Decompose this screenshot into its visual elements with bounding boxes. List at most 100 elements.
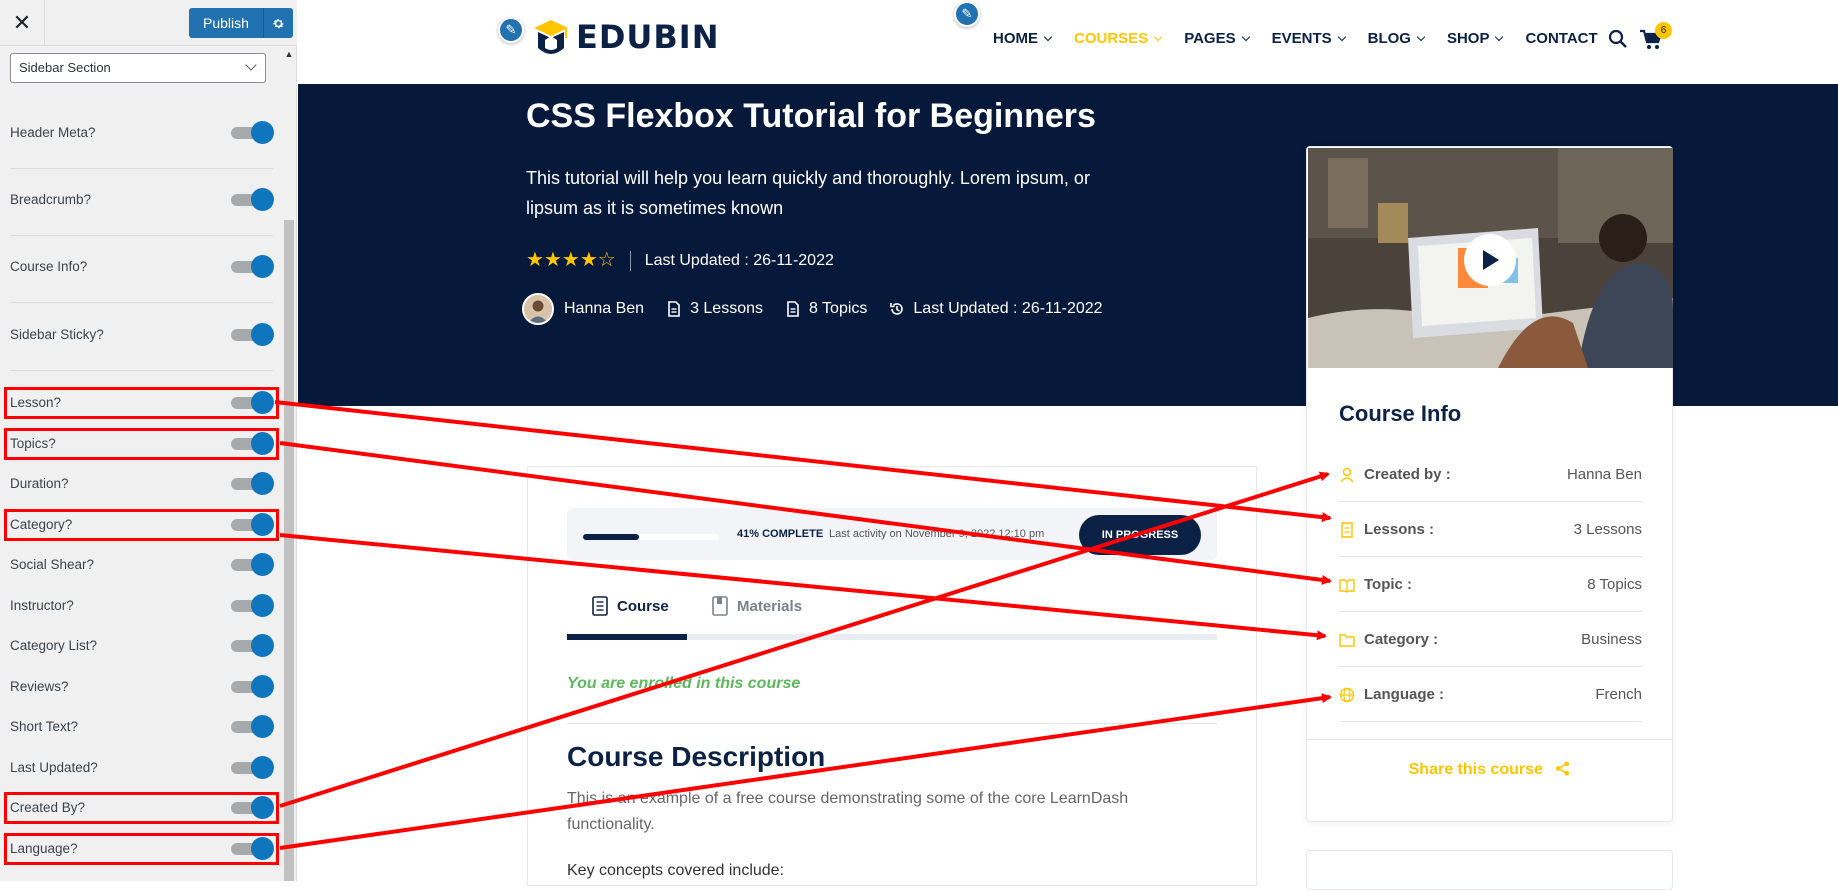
chevron-down-icon [1495,32,1504,41]
tab-course[interactable]: Course [591,596,669,616]
info-key: Language : [1364,686,1445,703]
progress-fill [583,534,639,540]
nav-item-shop[interactable]: SHOP [1447,30,1504,47]
divider [10,168,273,169]
toggle-switch[interactable] [231,634,274,657]
toggle-knob [251,188,274,211]
toggle-label: Header Meta? [10,125,96,140]
toggle-knob [251,391,274,414]
toggle-switch[interactable] [231,188,274,211]
star-filled-icon: ★ [543,249,562,271]
toggle-row: Sidebar Sticky? [0,321,280,349]
star-empty-icon: ☆ [597,249,616,271]
info-key: Category : [1364,631,1439,648]
toggle-switch[interactable] [231,594,274,617]
chevron-down-icon [1416,32,1426,41]
toggle-row: Header Meta? [0,119,280,147]
toggle-knob [251,796,274,819]
toggle-row: Category List? [0,632,280,660]
book-icon [1339,578,1355,593]
divider [629,250,631,271]
nav-item-home[interactable]: HOME [993,30,1053,47]
toggle-knob [251,432,274,455]
toggle-switch[interactable] [231,255,274,278]
toggle-switch[interactable] [231,472,274,495]
status-button[interactable]: IN PROGRESS [1079,515,1201,555]
section-select[interactable]: Sidebar Section [10,53,266,83]
nav-label: BLOG [1367,30,1411,47]
edit-menu-pencil-icon[interactable]: ✎ [954,1,980,27]
course-info-card: Course Info Created by : Hanna Ben Lessons… [1306,146,1673,822]
toggle-switch[interactable] [231,715,274,738]
course-info-row: Category : Business [1339,613,1642,667]
info-key: Lessons : [1364,521,1435,538]
scrollbar-thumb[interactable] [284,220,294,881]
progress-box: 41% COMPLETE Last activity on November 9… [567,508,1217,560]
toggle-label: Short Text? [10,719,79,734]
gear-icon[interactable] [262,8,293,38]
close-icon[interactable]: ✕ [0,0,45,46]
course-subtitle: This tutorial will help you learn quickl… [526,168,1090,218]
toggle-switch[interactable] [231,513,274,536]
nav-label: PAGES [1184,30,1236,47]
star-filled-icon: ★ [579,249,598,271]
toggle-label: Instructor? [10,598,74,613]
customizer-panel: ✕ Publish ▲ Sidebar Section Header Meta?… [0,0,297,881]
toggle-row: Lesson? [0,389,280,417]
toggle-switch[interactable] [231,756,274,779]
meta-author[interactable]: Hanna Ben [564,300,644,318]
tab-materials[interactable]: Materials [711,596,802,616]
rating-stars: ★★★★☆ [526,250,616,271]
share-icon [1556,761,1570,776]
toggle-switch[interactable] [231,675,274,698]
course-meta-row: Hanna Ben 3 Lessons 8 Topics Last Update… [522,293,1125,325]
nav-item-pages[interactable]: PAGES [1184,30,1250,47]
nav-label: COURSES [1074,30,1149,47]
toggle-label: Breadcrumb? [10,192,92,207]
scroll-up-arrow[interactable]: ▲ [283,48,295,60]
course-video-thumbnail[interactable] [1308,148,1673,368]
topics-count: 8 Topics [809,300,868,317]
toggle-switch[interactable] [231,796,274,819]
play-icon[interactable] [1464,234,1516,286]
toggle-row: Breadcrumb? [0,186,280,214]
nav-item-courses[interactable]: COURSES [1074,30,1163,47]
site-logo[interactable]: EDUBIN [530,14,719,60]
toggle-switch[interactable] [231,391,274,414]
avatar[interactable] [522,293,554,325]
info-value: French [1595,686,1642,703]
edit-logo-pencil-icon[interactable]: ✎ [498,17,524,43]
user-icon [1340,467,1354,482]
toggle-row: Short Text? [0,713,280,741]
toggle-switch[interactable] [231,553,274,576]
toggle-label: Duration? [10,476,69,491]
nav-label: CONTACT [1525,30,1598,47]
toggle-row: Social Shear? [0,551,280,579]
key-concepts-text: Key concepts covered include: [567,862,785,879]
nav-item-events[interactable]: EVENTS [1271,30,1346,47]
meta-topics: 8 Topics [785,300,867,318]
tab-active-indicator [567,634,687,640]
chevron-down-icon [1241,32,1250,41]
toggle-row: Duration? [0,470,280,498]
share-course-button[interactable]: Share this course [1307,761,1672,779]
toggle-row: Language? [0,835,280,863]
toggle-knob [251,323,274,346]
toggle-switch[interactable] [231,432,274,455]
toggle-switch[interactable] [231,323,274,346]
lessons-count: 3 Lessons [690,300,763,317]
publish-button[interactable]: Publish [189,8,263,38]
logo-text: EDUBIN [576,18,720,56]
toggle-switch[interactable] [231,837,274,860]
toggle-switch[interactable] [231,121,274,144]
search-icon[interactable] [1608,29,1628,49]
star-filled-icon: ★ [561,249,580,271]
notebook-icon [592,596,608,616]
nav-label: EVENTS [1271,30,1332,47]
toggle-knob [251,255,274,278]
nav-item-contact[interactable]: CONTACT [1525,30,1597,47]
course-description-title: Course Description [567,741,826,772]
toggle-row: Created By? [0,794,280,822]
nav-item-blog[interactable]: BLOG [1367,30,1426,47]
course-info-row: Language : French [1339,668,1642,722]
